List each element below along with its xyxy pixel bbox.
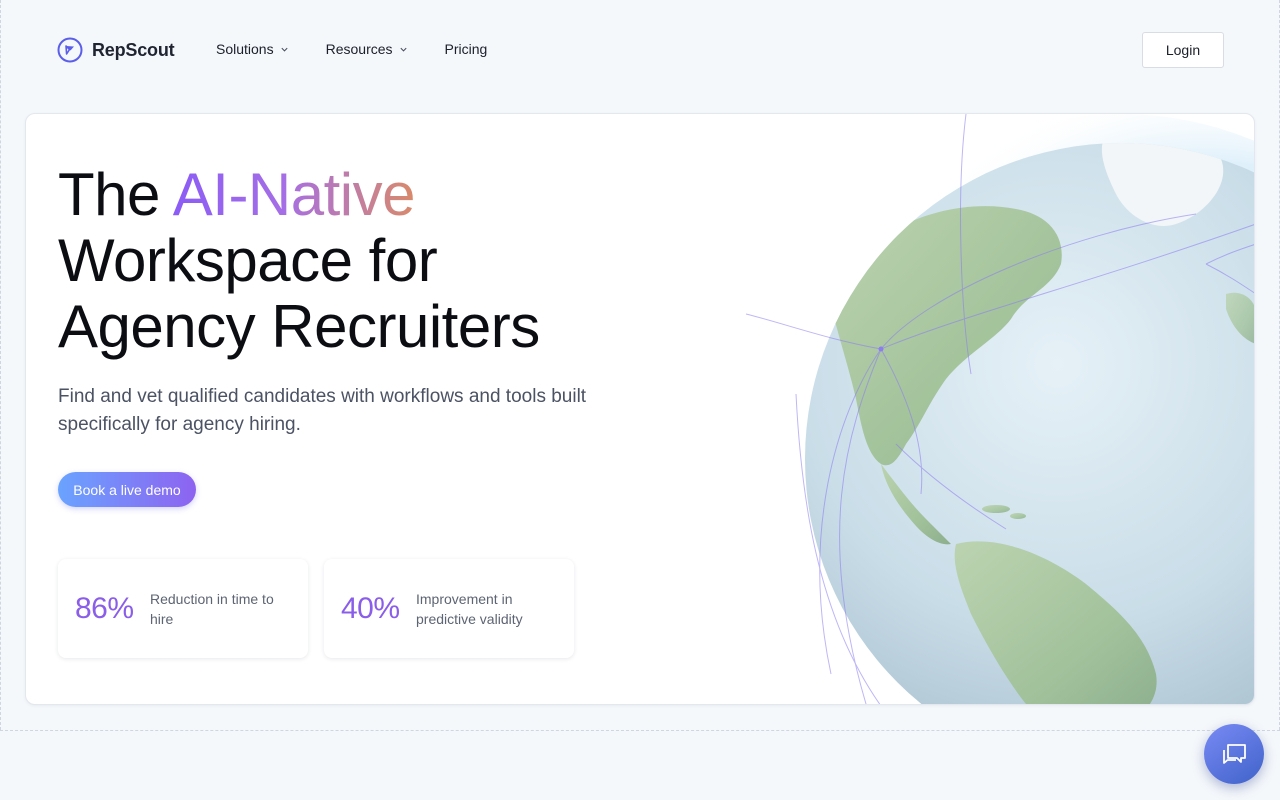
stat-value: 40% [341,591,400,625]
main-menu: Solutions Resources Pricing [216,41,487,57]
headline-line-3: Agency Recruiters [58,293,540,360]
chevron-down-icon [281,47,288,52]
nav-item-label: Pricing [444,41,488,57]
nav-item-solutions[interactable]: Solutions [216,41,289,57]
headline-line-2: Workspace for [58,227,438,294]
frame-guide-bottom [0,730,1280,731]
frame-guide-left [0,0,1,730]
globe-illustration [666,114,1254,704]
nav-item-label: Resources [325,41,393,57]
chat-bubbles-icon [1223,744,1246,764]
headline-highlight: AI-Native [172,161,416,228]
nav-item-label: Solutions [216,41,274,57]
top-navigation: RepScout Solutions Resources Pricing Log… [0,0,1280,100]
stat-card: 86% Reduction in time to hire [58,559,308,658]
stat-label: Improvement in predictive validity [416,590,523,627]
headline-prefix: The [58,161,173,228]
brand-name: RepScout [92,39,175,60]
compass-icon [57,37,83,63]
brand-logo-link[interactable]: RepScout [57,37,175,63]
chat-launcher-button[interactable] [1204,724,1264,784]
hero-card: The AI-Native Workspace for Agency Recru… [25,113,1255,705]
hero-subtitle: Find and vet qualified candidates with w… [58,386,587,435]
book-demo-button[interactable]: Book a live demo [58,472,196,507]
stat-card: 40% Improvement in predictive validity [324,559,574,658]
stat-value: 86% [75,591,134,625]
nav-item-pricing[interactable]: Pricing [445,41,488,57]
nav-item-resources[interactable]: Resources [326,41,408,57]
chevron-down-icon [399,47,407,52]
hero-headline: The AI-Native Workspace for Agency Recru… [58,162,540,360]
login-button[interactable]: Login [1142,32,1224,68]
stat-label: Reduction in time to hire [150,590,274,627]
